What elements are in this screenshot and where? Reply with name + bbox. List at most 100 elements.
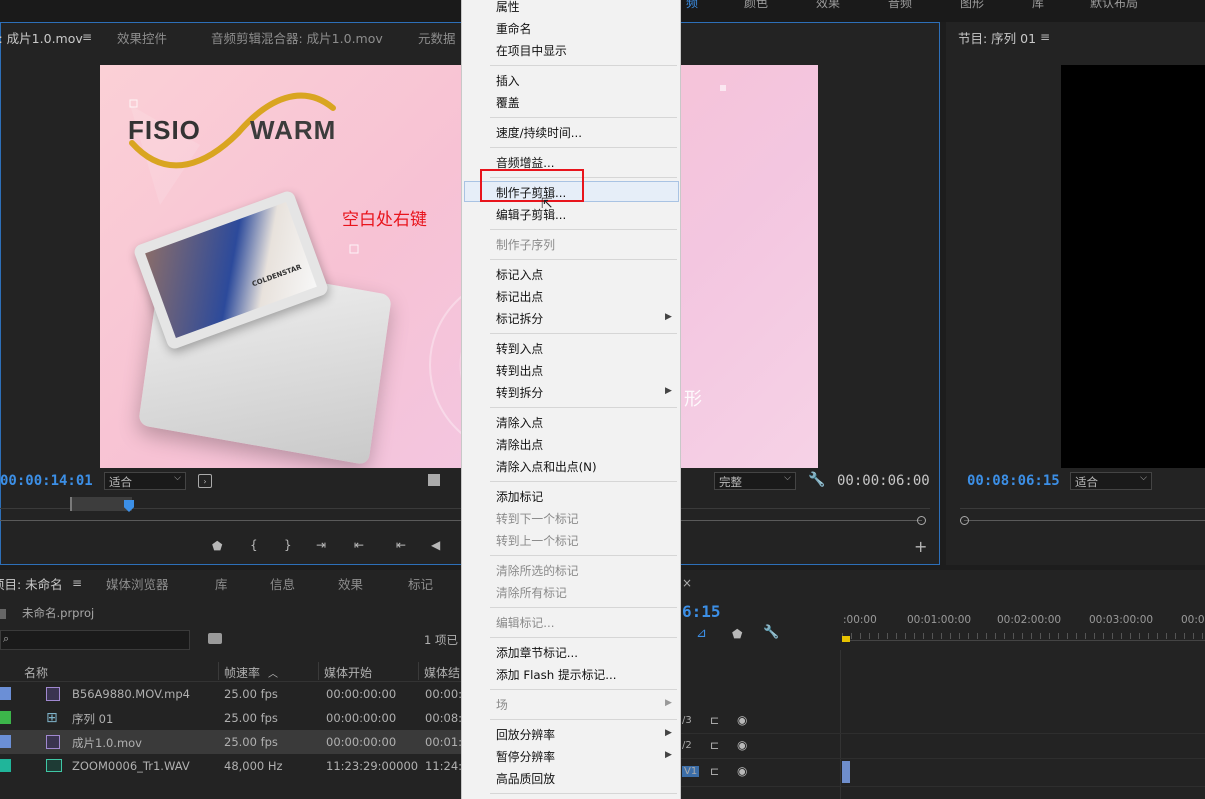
tab-source[interactable]: 源: 成片1.0.mov	[0, 28, 83, 47]
tab-media-browser[interactable]: 媒体浏览器	[106, 574, 169, 593]
panel-menu-icon[interactable]: ≡	[82, 30, 92, 44]
menu-item-playback-resolution[interactable]: 回放分辨率	[496, 726, 555, 743]
workspace-tab-library[interactable]: 库	[1032, 0, 1044, 11]
panel-menu-icon[interactable]: ≡	[72, 576, 82, 590]
menu-item-edit-subclip[interactable]: 编辑子剪辑...	[496, 206, 566, 223]
project-search-input[interactable]: ⌕	[0, 630, 190, 650]
timeline-playhead[interactable]	[842, 636, 850, 642]
toggle-sync-lock-icon[interactable]: ⊏	[710, 765, 719, 778]
toggle-sync-lock-icon[interactable]: ⊏	[710, 714, 719, 727]
menu-item-go-to-split[interactable]: 转到拆分	[496, 384, 543, 401]
column-divider[interactable]	[318, 662, 319, 680]
menu-item-rename[interactable]: 重命名	[496, 20, 531, 37]
toggle-sync-lock-icon[interactable]: ⊏	[710, 739, 719, 752]
menu-item-go-to-in[interactable]: 转到入点	[496, 340, 543, 357]
menu-item-clear-all-markers[interactable]: 清除所有标记	[496, 584, 567, 601]
menu-separator	[490, 689, 677, 690]
timeline-tab-close[interactable]: ×	[682, 576, 692, 590]
menu-item-clear-out[interactable]: 清除出点	[496, 436, 543, 453]
tab-library[interactable]: 库	[215, 574, 228, 593]
wrench-icon[interactable]: 🔧	[808, 472, 825, 488]
menu-item-add-flash-cue-marker[interactable]: 添加 Flash 提示标记...	[496, 666, 616, 683]
menu-item-add-chapter-marker[interactable]: 添加章节标记...	[496, 644, 578, 661]
sort-ascending-icon[interactable]: ︿	[268, 665, 278, 680]
menu-item-clear-in[interactable]: 清除入点	[496, 414, 543, 431]
menu-item-speed-duration[interactable]: 速度/持续时间...	[496, 124, 582, 141]
tab-audio-clip-mixer[interactable]: 音频剪辑混合器: 成片1.0.mov	[211, 28, 383, 47]
menu-item-previous-marker[interactable]: 转到上一个标记	[496, 532, 579, 549]
workspace-tab-default[interactable]: 默认布局	[1090, 0, 1138, 11]
menu-item-properties[interactable]: 属性	[496, 0, 520, 15]
menu-item-clear-selected-markers[interactable]: 清除所选的标记	[496, 562, 579, 579]
add-button-icon[interactable]: +	[914, 537, 927, 556]
program-scroll-start-handle[interactable]	[960, 516, 969, 525]
mark-in-icon[interactable]: {	[250, 538, 258, 552]
menu-item-mark-out[interactable]: 标记出点	[496, 288, 543, 305]
source-quality-select[interactable]: 完整 ⌵	[714, 472, 796, 490]
menu-item-go-to-out[interactable]: 转到出点	[496, 362, 543, 379]
tab-program[interactable]: 节目: 序列 01	[958, 28, 1036, 47]
mark-out-icon[interactable]: }	[284, 538, 292, 552]
tab-info[interactable]: 信息	[270, 574, 295, 593]
snap-icon[interactable]: ⊿	[696, 626, 707, 641]
clear-out-icon[interactable]: ⇤	[354, 538, 364, 552]
menu-item-mark-in[interactable]: 标记入点	[496, 266, 543, 283]
menu-item-paused-resolution[interactable]: 暂停分辨率	[496, 748, 555, 765]
column-divider[interactable]	[218, 662, 219, 680]
program-timecode[interactable]: 00:08:06:15	[967, 473, 1060, 489]
timeline-timecode[interactable]: 6:15	[682, 602, 721, 621]
tab-effect-controls[interactable]: 效果控件	[117, 28, 167, 47]
table-row[interactable]: ZOOM0006_Tr1.WAV 48,000 Hz 11:23:29:0000…	[0, 754, 469, 778]
workspace-tab-effects[interactable]: 效果	[816, 0, 840, 11]
menu-item-field[interactable]: 场	[496, 696, 508, 713]
table-row[interactable]: ⊞ 序列 01 25.00 fps 00:00:00:00 00:08:	[0, 706, 462, 730]
tab-metadata[interactable]: 元数据	[418, 28, 456, 47]
tab-project[interactable]: 项目: 未命名	[0, 574, 63, 593]
menu-item-clear-in-out[interactable]: 清除入点和出点(N)	[496, 458, 597, 475]
go-to-in-icon[interactable]: ⇤	[396, 538, 406, 552]
settings-icon[interactable]: ›	[198, 474, 212, 488]
tab-markers[interactable]: 标记	[408, 574, 433, 593]
menu-item-reveal-in-project[interactable]: 在项目中显示	[496, 42, 567, 59]
workspace-tab-graphics[interactable]: 图形	[960, 0, 984, 11]
step-back-icon[interactable]: ◀	[431, 538, 440, 552]
clear-in-icon[interactable]: ⇥	[316, 538, 326, 552]
source-scroll-end-handle[interactable]	[917, 516, 926, 525]
column-header-media-end[interactable]: 媒体结	[424, 664, 460, 681]
source-in-out-range[interactable]	[70, 497, 132, 511]
column-divider[interactable]	[418, 662, 419, 680]
menu-item-edit-marker[interactable]: 编辑标记...	[496, 614, 554, 631]
table-row[interactable]: B56A9880.MOV.mp4 25.00 fps 00:00:00:00 0…	[0, 682, 462, 706]
table-row[interactable]: 成片1.0.mov 25.00 fps 00:00:00:00 00:01:3	[0, 730, 469, 754]
export-frame-icon[interactable]	[428, 474, 440, 486]
timeline-clip-v1[interactable]	[842, 761, 850, 783]
program-fit-select[interactable]: 适合 ⌵	[1070, 472, 1152, 490]
menu-item-insert[interactable]: 插入	[496, 72, 520, 89]
column-header-fps[interactable]: 帧速率	[224, 664, 260, 681]
source-fit-select[interactable]: 适合 ⌵	[104, 472, 186, 490]
device-image: COLDENSTAR	[130, 189, 392, 466]
eye-icon[interactable]: ◉	[737, 738, 747, 752]
column-header-name[interactable]: 名称	[24, 664, 48, 681]
program-scroll-track[interactable]	[964, 520, 1205, 521]
source-timecode[interactable]: 00:00:14:01	[0, 473, 93, 489]
program-video-frame	[1061, 65, 1205, 468]
menu-item-mark-split[interactable]: 标记拆分	[496, 310, 543, 327]
menu-item-add-marker[interactable]: 添加标记	[496, 488, 543, 505]
menu-item-overwrite[interactable]: 覆盖	[496, 94, 520, 111]
workspace-tab-audio[interactable]: 频	[686, 0, 698, 11]
menu-item-next-marker[interactable]: 转到下一个标记	[496, 510, 579, 527]
wrench-icon[interactable]: 🔧	[763, 625, 779, 640]
eye-icon[interactable]: ◉	[737, 764, 747, 778]
workspace-tab-audio2[interactable]: 音频	[888, 0, 912, 11]
workspace-tab-color[interactable]: 颜色	[744, 0, 768, 11]
menu-item-make-subsequence[interactable]: 制作子序列	[496, 236, 555, 253]
tab-effects[interactable]: 效果	[338, 574, 363, 593]
eye-icon[interactable]: ◉	[737, 713, 747, 727]
menu-item-high-quality-playback[interactable]: 高品质回放	[496, 770, 555, 787]
column-header-media-start[interactable]: 媒体开始	[324, 664, 372, 681]
add-marker-icon[interactable]: ⬟	[732, 627, 742, 641]
add-marker-icon[interactable]: ⬟	[212, 539, 222, 553]
panel-menu-icon[interactable]: ≡	[1040, 30, 1050, 44]
new-bin-from-search-icon[interactable]	[208, 633, 222, 644]
